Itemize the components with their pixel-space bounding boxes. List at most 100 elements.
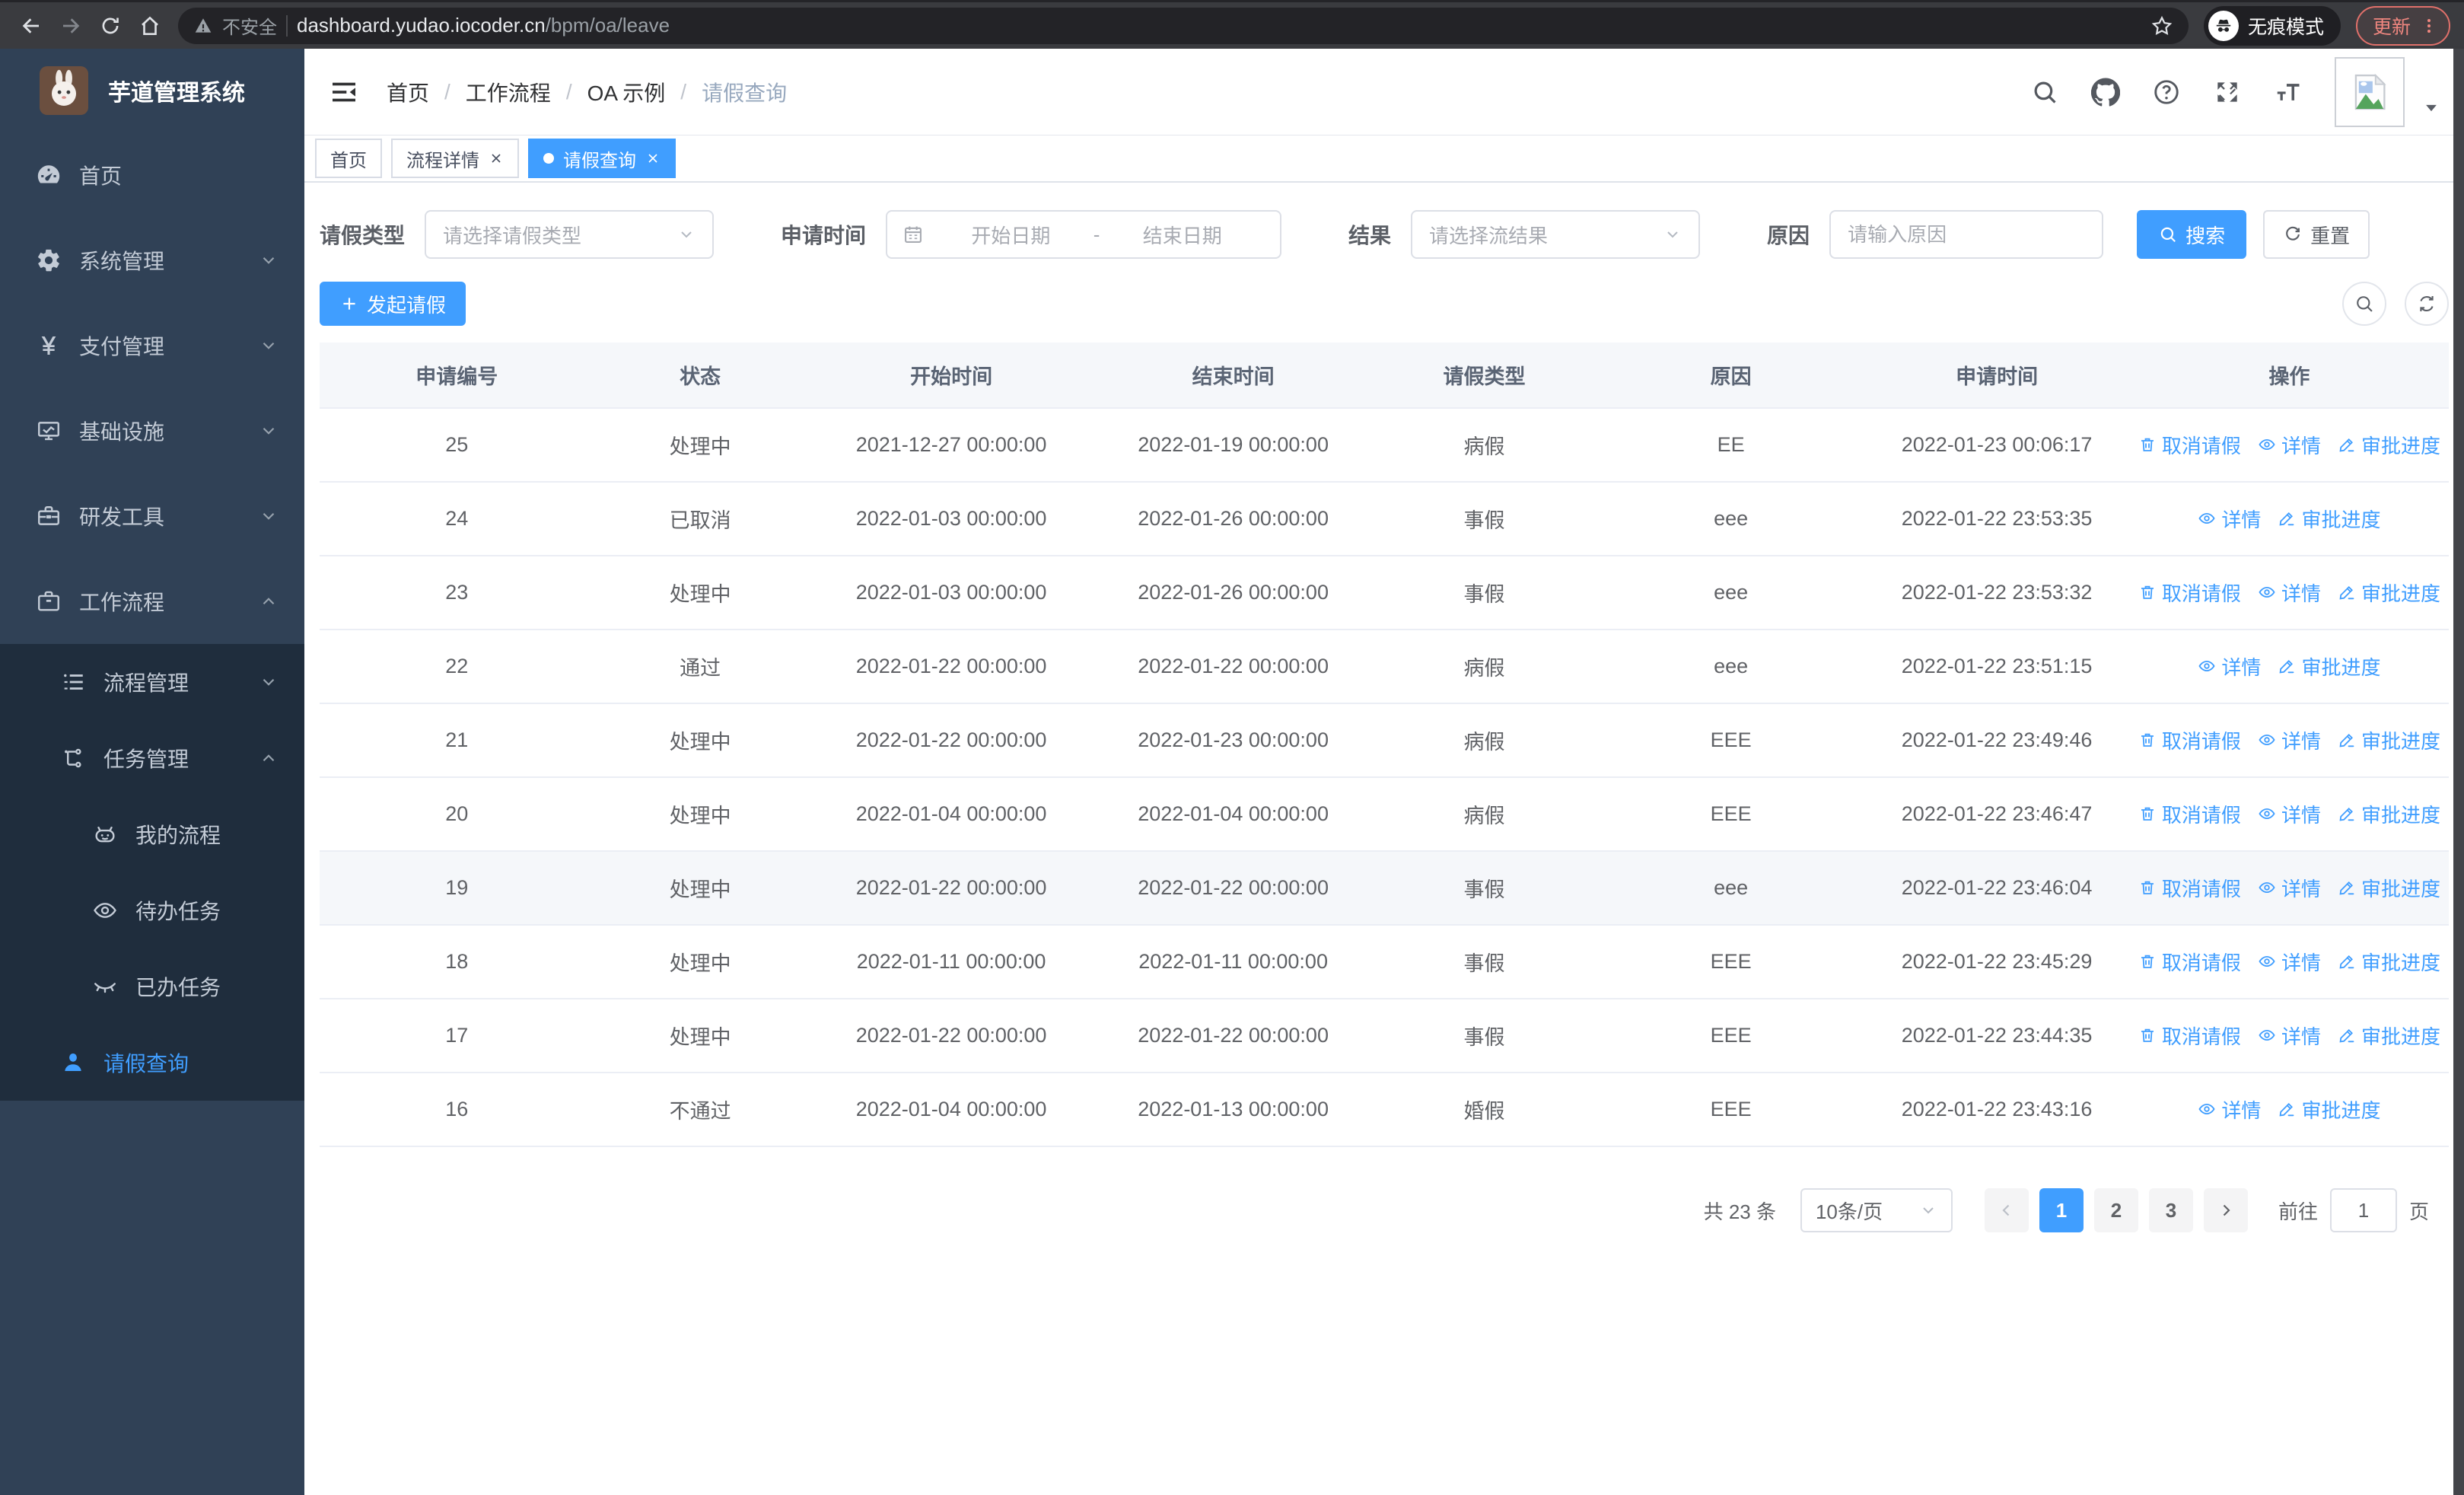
- chevron-down-icon: [259, 336, 279, 355]
- toolbox-icon: [33, 503, 64, 529]
- action-progress-link[interactable]: 审批进度: [2338, 726, 2440, 754]
- tab-leave-query[interactable]: 请假查询: [528, 139, 676, 178]
- result-select[interactable]: 请选择流结果: [1411, 210, 1701, 259]
- breadcrumb-item[interactable]: 工作流程: [466, 77, 551, 107]
- github-icon[interactable]: [2091, 77, 2120, 107]
- action-progress-link[interactable]: 审批进度: [2338, 1022, 2440, 1050]
- action-progress-link[interactable]: 审批进度: [2338, 874, 2440, 902]
- action-cancel-link[interactable]: 取消请假: [2138, 579, 2241, 607]
- create-leave-button[interactable]: 发起请假: [320, 282, 466, 326]
- next-page-button[interactable]: [2203, 1188, 2248, 1232]
- apply-time-range-picker[interactable]: 开始日期 - 结束日期: [886, 210, 1282, 259]
- url-bar[interactable]: 不安全 dashboard.yudao.iocoder.cn/bpm/oa/le…: [178, 7, 2189, 44]
- search-icon[interactable]: [2030, 78, 2059, 107]
- sidebar-item-devtools[interactable]: 研发工具: [0, 473, 304, 559]
- action-detail-link[interactable]: 详情: [2198, 505, 2261, 533]
- cell-id: 24: [320, 482, 594, 556]
- help-icon[interactable]: [2152, 78, 2181, 107]
- action-detail-link[interactable]: 详情: [2258, 1022, 2321, 1050]
- action-cancel-link[interactable]: 取消请假: [2138, 726, 2241, 754]
- page-button-1[interactable]: 1: [2039, 1188, 2084, 1232]
- browser-reload-icon[interactable]: [93, 8, 128, 43]
- action-cancel-link[interactable]: 取消请假: [2138, 1022, 2241, 1050]
- sidebar-item-payment[interactable]: 支付管理: [0, 303, 304, 388]
- action-progress-link[interactable]: 审批进度: [2278, 1095, 2380, 1124]
- filter-form: 请假类型 请选择请假类型 申请时间 开始日期 - 结束日期 结果 请选择流结果 …: [320, 210, 2449, 259]
- search-button[interactable]: 搜索: [2137, 210, 2247, 259]
- action-cancel-link[interactable]: 取消请假: [2138, 948, 2241, 976]
- goto-page-input[interactable]: [2329, 1188, 2397, 1232]
- active-tab-dot: [543, 153, 554, 164]
- fullscreen-icon[interactable]: [2213, 78, 2242, 107]
- browser-forward-icon[interactable]: [53, 8, 88, 43]
- tab-home[interactable]: 首页: [315, 139, 382, 178]
- sidebar-item-home[interactable]: 首页: [0, 132, 304, 218]
- sidebar-item-workflow[interactable]: 工作流程: [0, 559, 304, 644]
- sidebar-item-leave-query[interactable]: 请假查询: [0, 1025, 304, 1101]
- reset-button[interactable]: 重置: [2263, 210, 2370, 259]
- cell-start: 2022-01-03 00:00:00: [806, 482, 1097, 556]
- kebab-menu-icon[interactable]: [2420, 17, 2438, 35]
- sidebar-item-label: 请假查询: [103, 1052, 189, 1076]
- page-size-select[interactable]: 10条/页: [1800, 1188, 1953, 1232]
- cell-start: 2022-01-22 00:00:00: [806, 703, 1097, 778]
- sidebar-item-task-mgmt[interactable]: 任务管理: [0, 720, 304, 796]
- page-button-2[interactable]: 2: [2093, 1188, 2138, 1232]
- sidebar-item-label: 工作流程: [79, 591, 165, 614]
- action-progress-link[interactable]: 审批进度: [2338, 431, 2440, 459]
- action-progress-link[interactable]: 审批进度: [2278, 652, 2380, 681]
- close-icon[interactable]: [645, 151, 661, 166]
- page-button-3[interactable]: 3: [2148, 1188, 2193, 1232]
- action-progress-link[interactable]: 审批进度: [2338, 948, 2440, 976]
- browser-home-icon[interactable]: [132, 8, 167, 43]
- action-cancel-link[interactable]: 取消请假: [2138, 431, 2241, 459]
- action-detail-link[interactable]: 详情: [2258, 948, 2321, 976]
- bookmark-star-icon[interactable]: [2150, 14, 2173, 37]
- action-detail-link[interactable]: 详情: [2198, 1095, 2261, 1124]
- table-row: 18 处理中 2022-01-11 00:00:00 2022-01-11 00:00…: [320, 925, 2449, 999]
- avatar-caret-down-icon[interactable]: [2423, 100, 2440, 116]
- reason-input[interactable]: [1829, 210, 2104, 259]
- action-progress-link[interactable]: 审批进度: [2278, 505, 2380, 533]
- list-icon: [58, 669, 88, 695]
- app-logo-row[interactable]: 芋道管理系统: [0, 49, 304, 132]
- leave-type-select[interactable]: 请选择请假类型: [425, 210, 715, 259]
- cell-status: 处理中: [594, 408, 807, 483]
- toggle-search-button[interactable]: [2342, 282, 2386, 326]
- action-progress-link[interactable]: 审批进度: [2338, 800, 2440, 828]
- browser-update-button[interactable]: 更新: [2355, 5, 2450, 46]
- sidebar-item-todo-tasks[interactable]: 待办任务: [0, 872, 304, 948]
- eye-icon: [2258, 435, 2276, 454]
- action-detail-link[interactable]: 详情: [2258, 431, 2321, 459]
- sidebar-item-my-process[interactable]: 我的流程: [0, 796, 304, 872]
- sidebar-collapse-icon[interactable]: [329, 77, 359, 107]
- action-cancel-link[interactable]: 取消请假: [2138, 800, 2241, 828]
- action-cancel-link[interactable]: 取消请假: [2138, 874, 2241, 902]
- cell-type: 事假: [1370, 999, 1598, 1073]
- sidebar-item-done-tasks[interactable]: 已办任务: [0, 948, 304, 1025]
- user-avatar[interactable]: [2335, 56, 2405, 127]
- flow-icon: [58, 745, 88, 771]
- action-detail-link[interactable]: 详情: [2258, 579, 2321, 607]
- sidebar-item-infra[interactable]: 基础设施: [0, 388, 304, 473]
- breadcrumb-separator: /: [444, 79, 450, 104]
- breadcrumb-item[interactable]: 首页: [387, 77, 429, 107]
- sidebar-item-system[interactable]: 系统管理: [0, 218, 304, 303]
- tab-process-detail[interactable]: 流程详情: [391, 139, 519, 178]
- font-size-icon[interactable]: [2274, 78, 2303, 107]
- action-detail-link[interactable]: 详情: [2258, 800, 2321, 828]
- breadcrumb-item[interactable]: OA 示例: [587, 77, 666, 107]
- refresh-table-button[interactable]: [2405, 282, 2449, 326]
- action-progress-link[interactable]: 审批进度: [2338, 579, 2440, 607]
- cell-applied: 2022-01-23 00:06:17: [1864, 408, 2130, 483]
- page-content: 请假类型 请选择请假类型 申请时间 开始日期 - 结束日期 结果 请选择流结果 …: [304, 183, 2464, 1495]
- top-header: 首页 / 工作流程 / OA 示例 / 请假查询: [304, 49, 2464, 135]
- sidebar-item-process-mgmt[interactable]: 流程管理: [0, 644, 304, 720]
- prev-page-button[interactable]: [1984, 1188, 2029, 1232]
- close-icon[interactable]: [489, 151, 504, 166]
- browser-back-icon[interactable]: [14, 8, 49, 43]
- action-detail-link[interactable]: 详情: [2198, 652, 2261, 681]
- action-detail-link[interactable]: 详情: [2258, 874, 2321, 902]
- action-detail-link[interactable]: 详情: [2258, 726, 2321, 754]
- page-scrollbar[interactable]: [2453, 49, 2464, 1495]
